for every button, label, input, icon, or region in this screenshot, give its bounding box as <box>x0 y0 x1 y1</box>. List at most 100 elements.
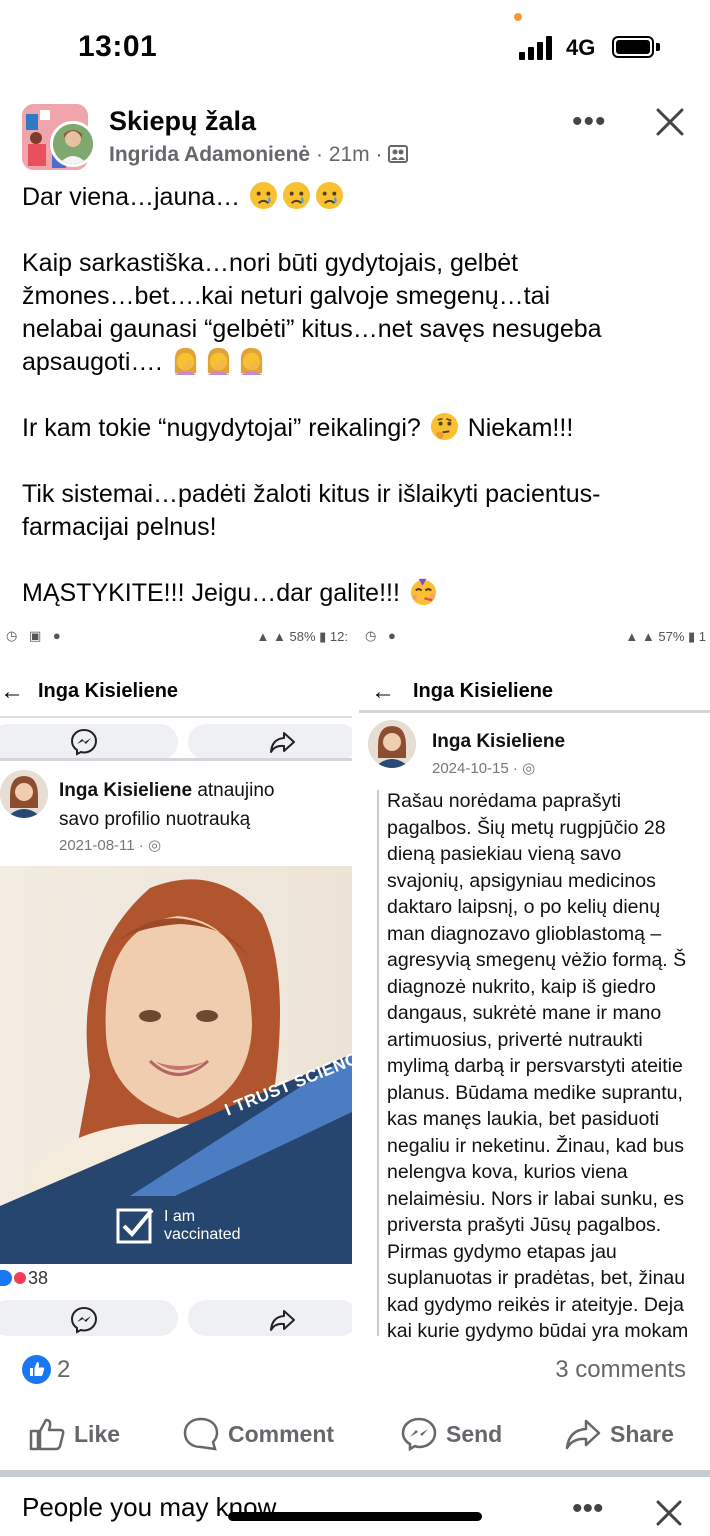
reaction-summary: 38 <box>0 1268 48 1289</box>
update-date: 2021-08-11 · ◎ <box>59 837 162 854</box>
close-icon[interactable] <box>652 104 688 140</box>
post-text-line: Dar viena…jauna… <box>22 183 241 211</box>
help-post-text-line: dangaus, sukrėtė mane ir mano <box>387 1002 662 1024</box>
messenger-icon <box>70 1306 98 1334</box>
author-name[interactable]: Ingrida Adamonienė <box>109 143 310 166</box>
back-arrow-icon: ← <box>0 678 24 705</box>
comment-bubble-icon <box>183 1417 219 1451</box>
crying-face-icon <box>250 181 278 210</box>
post-meta: Ingrida Adamonienė · 21m · <box>109 143 409 167</box>
help-post-date: 2024-10-15 · ◎ <box>432 760 536 777</box>
meta-separator: · <box>375 143 383 166</box>
inga-avatar <box>0 770 48 818</box>
help-post-text-line: suplanuotas ir pradėtas, bet, žinau <box>387 1267 686 1289</box>
profile-update-text: Inga Kisieliene atnaujino savo profilio … <box>59 780 275 830</box>
help-post-text-line: daktaro laipsnį, o po kelių dienų <box>387 896 661 918</box>
signal-strength-icon <box>519 36 557 60</box>
post-text-line: MĄSTYKITE!!! Jeigu…dar galite!!! <box>22 579 400 607</box>
screenshot-profile-name: Inga Kisieliene <box>38 680 179 702</box>
help-post-text-line: kai kurie gydymo būdai yra mokam <box>387 1320 689 1342</box>
vaccinated-profile-photo: I TRUST SCIENC I am vaccinated <box>0 866 352 1264</box>
help-post-text-line: Pirmas gydymo etapas jau <box>387 1240 617 1263</box>
help-post-text-line: planus. Būdama medike suprantu, <box>387 1081 683 1104</box>
messenger-icon <box>70 728 98 756</box>
status-time: 13:01 <box>78 30 158 63</box>
help-post-text-line: diagnozė nukrito, kaip iš giedro <box>387 975 656 998</box>
help-post-text-line: artimuosius, privertė nutraukti <box>387 1028 643 1051</box>
screenshot-status-bar: ◷ ● ▲ ▲ 57% ▮ 1 <box>365 628 706 644</box>
meta-separator: · <box>315 143 323 166</box>
send-button[interactable]: Send <box>400 1416 502 1456</box>
post-text-line: Tik sistemai…padėti žaloti kitus ir išla… <box>22 480 601 508</box>
group-name[interactable]: Skiepų žala <box>109 106 256 137</box>
screenshot-profile-bar: ← Inga Kisieliene <box>0 670 352 710</box>
screenshot-profile-name: Inga Kisieliene <box>413 680 554 702</box>
share-arrow-icon <box>565 1419 601 1450</box>
help-post-text-line: agresyvią smegenų vėžio formą. Š <box>387 949 687 971</box>
share-arrow-icon <box>270 732 295 753</box>
home-indicator[interactable] <box>228 1512 482 1521</box>
help-post-text-line: kas manęs laukia, bet pasiduoti <box>387 1108 660 1130</box>
checkbox-icon <box>116 1208 154 1244</box>
crying-face-icon <box>283 181 311 210</box>
face-palm-icon <box>175 347 197 375</box>
love-reaction-icon <box>12 1270 28 1286</box>
help-post-text-line: priversta prašyti Jūsų pagalbos. <box>387 1214 662 1236</box>
vaccinated-badge: I am vaccinated <box>164 1208 241 1243</box>
post-text-line: apsaugoti…. <box>22 348 163 376</box>
screenshot-profile-bar: ← Inga Kisieliene <box>359 670 710 710</box>
help-post-text-line: nelengva kova, kurios viena <box>387 1161 628 1183</box>
help-post-text-line: pagalbos. Šių metų rugpjūčio 28 <box>387 816 666 839</box>
post-text: Dar viena…jauna… Kaip sarkastiška…nori b… <box>22 181 692 610</box>
screenshot-status-bar: ◷ ▣ ● ▲ ▲ 58% ▮ 12: <box>6 628 348 644</box>
help-post-text-line: dieną pasiekiau vieną savo <box>387 843 622 865</box>
group-audience-icon <box>388 145 409 163</box>
crying-face-icon <box>316 181 344 210</box>
status-bar: 13:01 4G <box>0 0 710 96</box>
screenshot-battery: 58% <box>289 629 316 644</box>
help-post-text-line: man diagnozavo glioblastomą – <box>387 922 662 945</box>
comments-count[interactable]: 3 comments <box>555 1356 686 1384</box>
comment-button[interactable]: Comment <box>182 1416 334 1456</box>
post-text-line: žmones…bet….kai neturi galvoje smegenų…t… <box>22 282 551 310</box>
like-count: 2 <box>57 1355 71 1383</box>
post-text-line: nelabai gaunasi “gelbėti” kitus…net savę… <box>22 315 602 343</box>
help-post-text-line: nelaimėsiu. Nors ir labai sunku, es <box>387 1187 684 1210</box>
back-arrow-icon: ← <box>371 678 395 705</box>
screenshot-action-pills-bottom <box>0 1298 358 1336</box>
reaction-count: 38 <box>28 1268 49 1288</box>
like-reaction-icon <box>22 1355 51 1384</box>
author-avatar[interactable] <box>50 121 96 167</box>
face-palm-icon <box>241 347 263 375</box>
help-post-text-line: Rašau norėdama paprašyti <box>387 790 622 812</box>
section-divider <box>0 1470 710 1477</box>
thumbs-up-icon <box>29 1418 65 1451</box>
share-arrow-icon <box>270 1310 295 1331</box>
messenger-icon <box>401 1417 437 1452</box>
help-post-text-line: mylimą darbą ir persvarstyti ateitie <box>387 1055 683 1077</box>
post-text-line: Kaip sarkastiška…nori būti gydytojais, g… <box>22 249 519 277</box>
help-post-text-line: kad gydymo reikės ir ateityje. Deja <box>387 1293 684 1316</box>
screenshot-clock: 12: <box>329 629 348 644</box>
help-post-text-line: negaliu ir neketinu. Žinau, kad bus <box>387 1134 685 1157</box>
like-summary[interactable]: 2 <box>22 1355 70 1385</box>
share-button[interactable]: Share <box>564 1416 674 1456</box>
post-text-line: farmacijai pelnus! <box>22 513 217 541</box>
update-author: Inga Kisieliene <box>59 780 193 801</box>
screenshot-battery: 57% <box>658 629 685 644</box>
thinking-face-icon <box>430 412 458 441</box>
help-post-text: Rašau norėdama paprašyti pagalbos. Šių me… <box>387 788 710 1345</box>
post-text-line: Niekam!!! <box>467 414 574 442</box>
like-button[interactable]: Like <box>28 1416 120 1456</box>
more-options-icon[interactable]: ••• <box>572 1494 604 1524</box>
post-action-bar: Like Comment Send Share <box>0 1408 710 1464</box>
inga-avatar <box>368 720 416 768</box>
help-post-text-line: svajonių, apsigyniau medicinos <box>387 869 656 892</box>
partying-face-icon <box>410 578 436 606</box>
post-time[interactable]: 21m <box>329 143 370 166</box>
screenshot-action-pills <box>0 716 352 760</box>
more-options-icon[interactable]: ••• <box>572 107 608 137</box>
close-icon[interactable] <box>652 1496 686 1530</box>
help-post-author: Inga Kisieliene <box>432 731 566 752</box>
post-text-line: Ir kam tokie “nugydytojai” reikalingi? <box>22 414 421 442</box>
